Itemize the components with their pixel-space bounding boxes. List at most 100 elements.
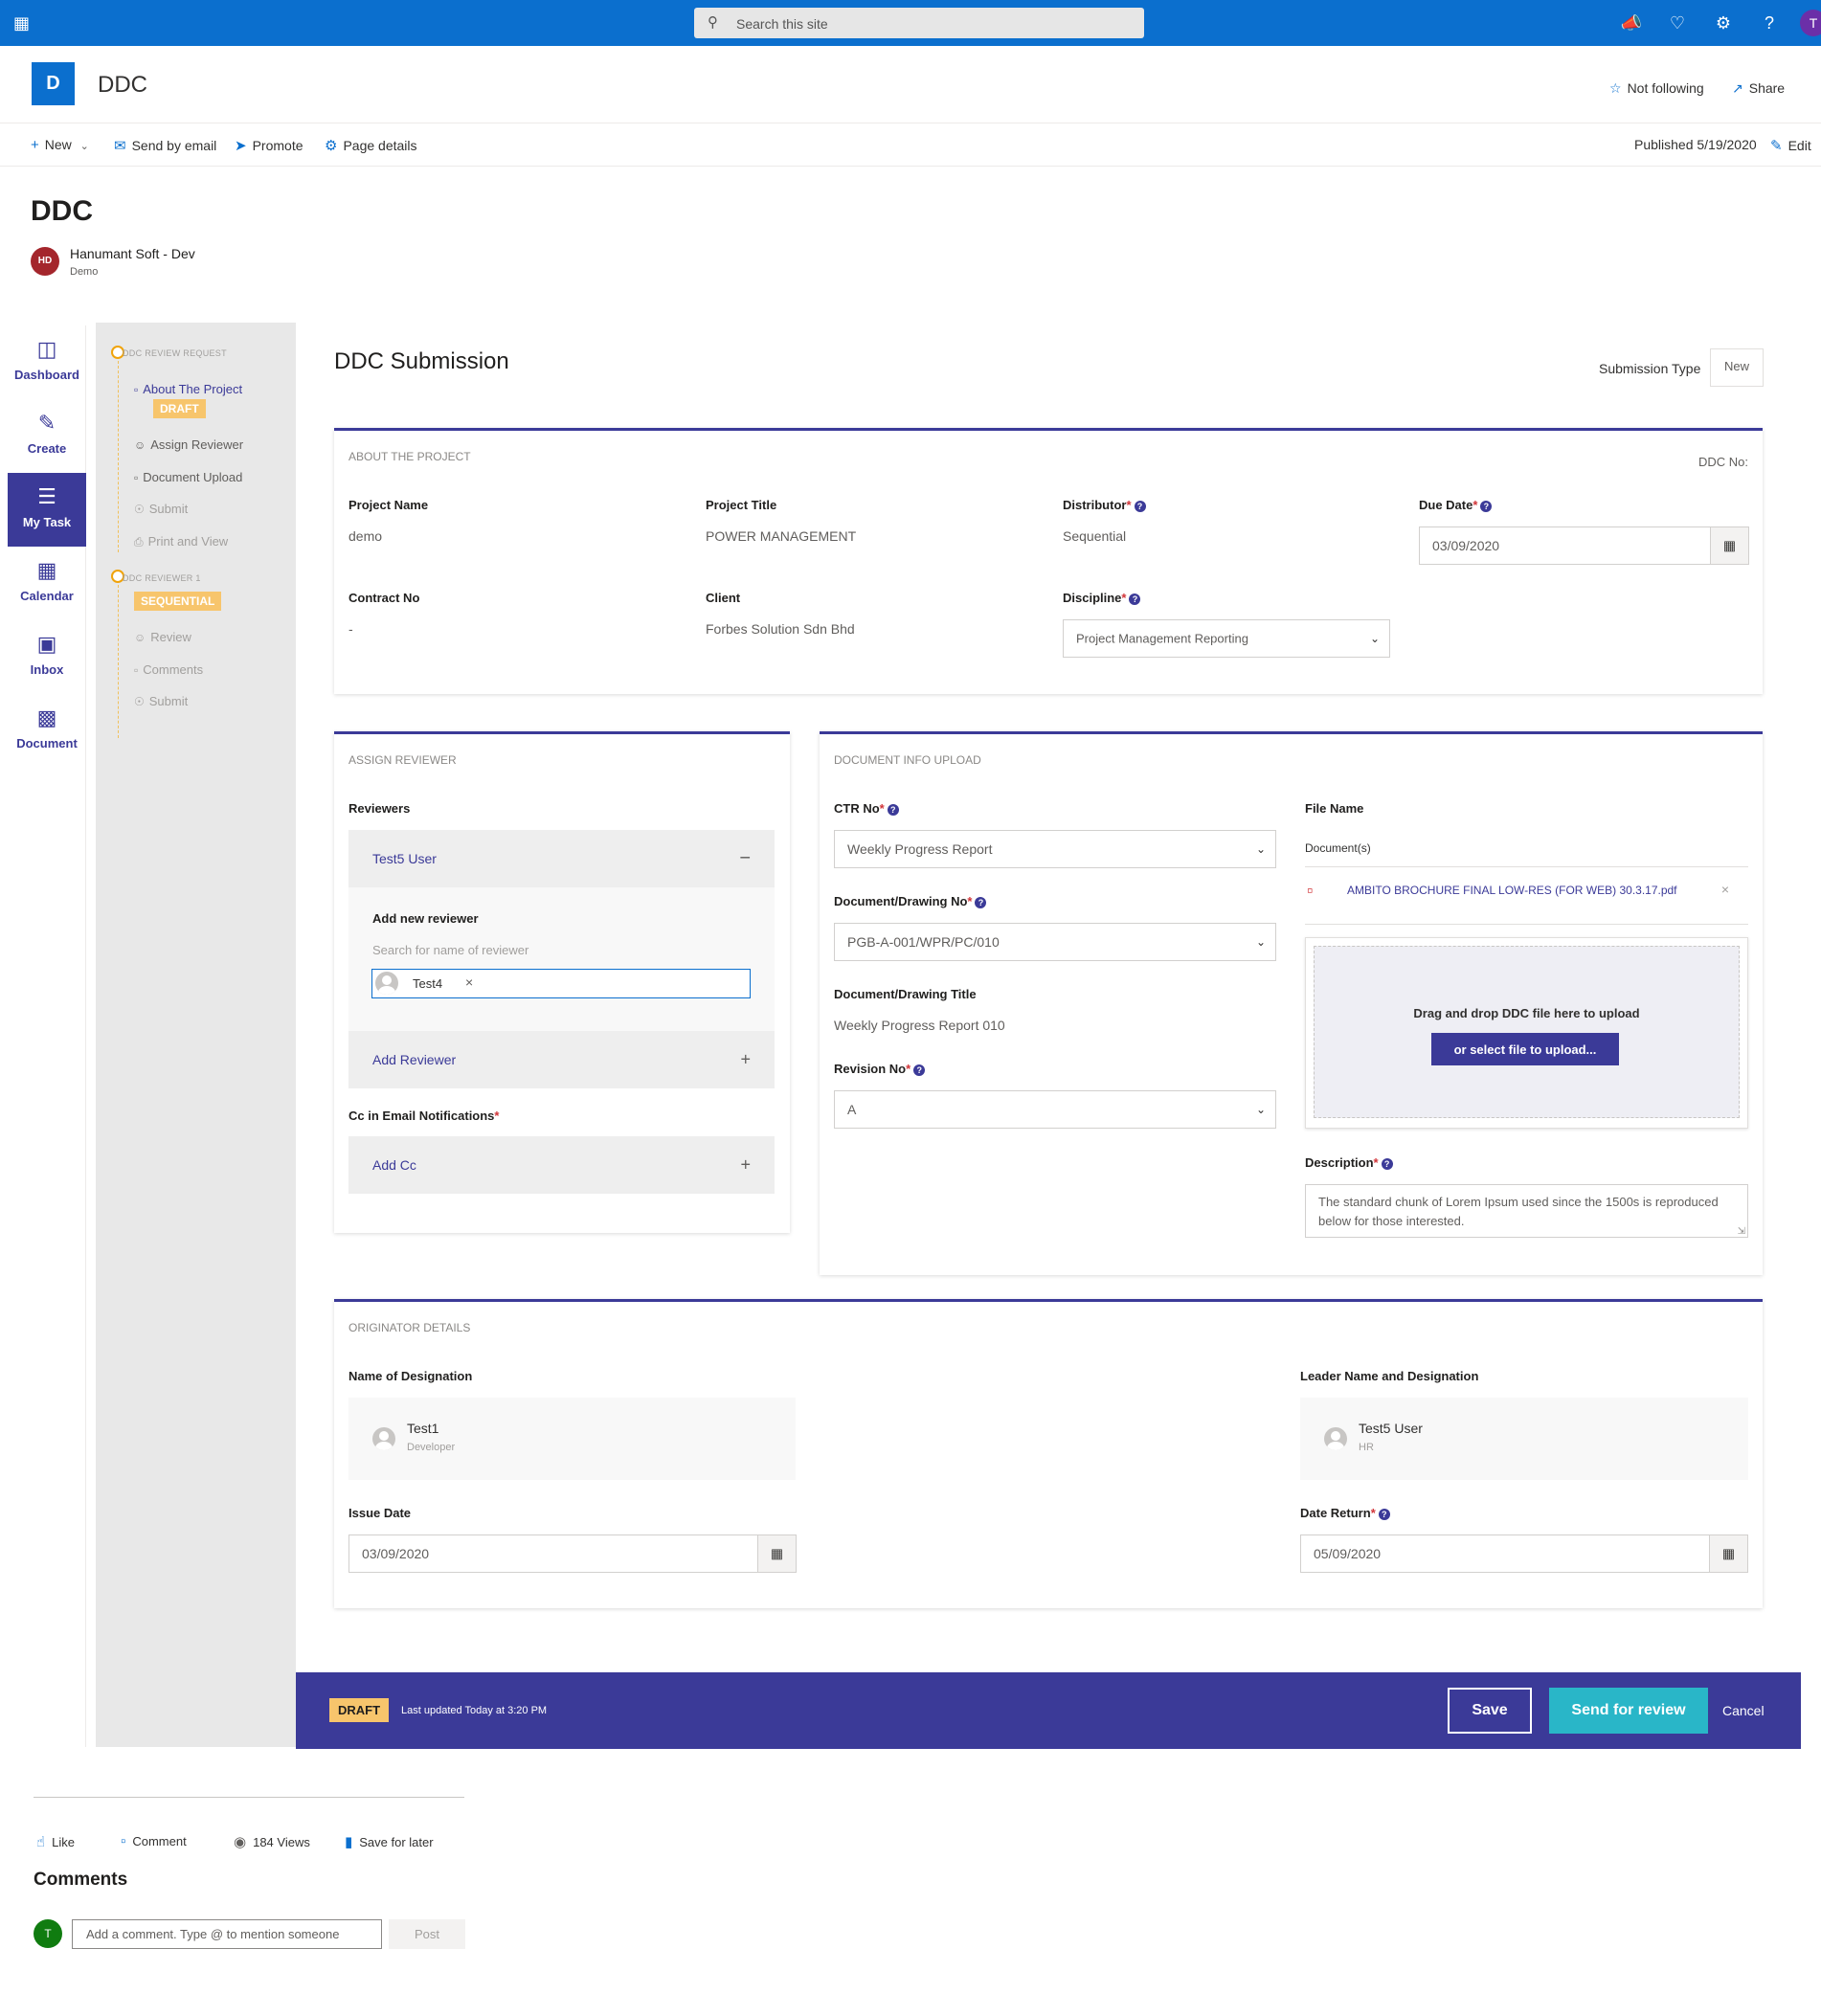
nav-item-inbox[interactable]: ▣ Inbox xyxy=(8,620,86,694)
plus-icon: + xyxy=(740,1154,751,1175)
drawing-title-value: Weekly Progress Report 010 xyxy=(834,1018,1005,1033)
leader-person-card: Test5 User HR xyxy=(1300,1398,1748,1480)
client-label: Client xyxy=(706,591,741,605)
date-return-field[interactable]: 05/09/2020 ▦ xyxy=(1300,1534,1748,1573)
client-value: Forbes Solution Sdn Bhd xyxy=(706,621,855,637)
issue-date-field[interactable]: 03/09/2020 ▦ xyxy=(348,1534,797,1573)
author-name[interactable]: Hanumant Soft - Dev xyxy=(70,246,195,261)
reviewer-item[interactable]: Test5 User − xyxy=(348,830,775,887)
person-add-icon: ☺ xyxy=(134,438,146,452)
comment-button[interactable]: ▫ Comment xyxy=(121,1833,187,1849)
star-icon: ☆ xyxy=(1609,80,1622,96)
save-button[interactable]: Save xyxy=(1448,1688,1532,1734)
add-cc-row[interactable]: Add Cc + xyxy=(348,1136,775,1194)
comment-input[interactable]: Add a comment. Type @ to mention someone xyxy=(72,1919,382,1949)
ctr-select[interactable]: Weekly Progress Report ⌄ xyxy=(834,830,1276,868)
help-icon[interactable]: ? xyxy=(1129,593,1141,605)
step-submit-review[interactable]: ☉ Submit xyxy=(134,694,188,708)
card-title: ASSIGN REVIEWER xyxy=(348,753,457,767)
help-icon[interactable]: ? xyxy=(1134,500,1146,512)
cancel-button[interactable]: Cancel xyxy=(1722,1703,1765,1718)
due-date-field[interactable]: 03/09/2020 ▦ xyxy=(1419,526,1749,565)
step-print-view[interactable]: ⎙ Print and View xyxy=(134,534,228,549)
help-icon[interactable]: ? xyxy=(975,896,987,908)
promote-button[interactable]: ➤ Promote xyxy=(235,137,304,154)
site-search-box[interactable]: ⚲ Search this site xyxy=(694,8,1144,38)
remove-chip-icon[interactable]: × xyxy=(465,974,473,990)
select-file-button[interactable]: or select file to upload... xyxy=(1431,1033,1619,1065)
app-launcher-icon[interactable]: ▦ xyxy=(13,13,33,33)
step-comments[interactable]: ▫ Comments xyxy=(134,662,203,677)
views-count: ◉ 184 Views xyxy=(234,1834,310,1850)
like-button[interactable]: ☝ Like xyxy=(36,1833,75,1850)
step-group-header: DDC REVIEW REQUEST xyxy=(123,348,227,358)
calendar-picker-button[interactable]: ▦ xyxy=(757,1535,796,1572)
plus-icon: + xyxy=(31,137,39,153)
file-dropzone[interactable]: Drag and drop DDC file here to upload or… xyxy=(1314,946,1740,1118)
nav-item-document[interactable]: ▩ Document xyxy=(8,694,86,768)
send-for-review-button[interactable]: Send for review xyxy=(1549,1688,1708,1734)
calendar-icon: ▦ xyxy=(1721,1545,1736,1561)
post-button[interactable]: Post xyxy=(389,1919,465,1949)
document-info-card: DOCUMENT INFO UPLOAD CTR No*? Weekly Pro… xyxy=(820,731,1763,1275)
reviewer-picker-input[interactable]: Test4 × xyxy=(371,969,751,998)
commenter-avatar: T xyxy=(34,1919,62,1948)
help-icon[interactable]: ? xyxy=(1480,500,1493,512)
leader-name: Test5 User xyxy=(1359,1421,1423,1436)
discipline-select[interactable]: Project Management Reporting ⌄ xyxy=(1063,619,1390,658)
follow-button[interactable]: ☆ Not following xyxy=(1609,80,1704,97)
gear-icon: ⚙ xyxy=(325,138,338,154)
remove-file-icon[interactable]: × xyxy=(1721,882,1729,897)
workflow-steps-panel: DDC REVIEW REQUEST ▫ About The Project DR… xyxy=(96,323,296,1747)
step-review[interactable]: ☺ Review xyxy=(134,630,191,644)
bell-icon[interactable]: ♡ xyxy=(1666,11,1689,34)
help-icon[interactable]: ? xyxy=(1381,1157,1393,1170)
nav-item-dashboard[interactable]: ◫ Dashboard xyxy=(8,325,86,399)
drawing-no-select[interactable]: PGB-A-001/WPR/PC/010 ⌄ xyxy=(834,923,1276,961)
help-icon[interactable]: ? xyxy=(1378,1508,1390,1520)
pencil-icon: ✎ xyxy=(1770,138,1783,154)
nav-item-calendar[interactable]: ▦ Calendar xyxy=(8,547,86,620)
uploaded-file-link[interactable]: AMBITO BROCHURE FINAL LOW-RES (FOR WEB) … xyxy=(1347,884,1677,897)
chevron-down-icon: ⌄ xyxy=(1255,842,1266,856)
project-title-value: POWER MANAGEMENT xyxy=(706,528,857,544)
send-by-email-button[interactable]: ✉ Send by email xyxy=(114,137,216,154)
step-submit[interactable]: ☉ Submit xyxy=(134,502,188,516)
ddc-number: DDC No: xyxy=(1697,455,1748,469)
discipline-label: Discipline*? xyxy=(1063,591,1141,605)
site-logo[interactable]: D xyxy=(32,62,75,105)
resize-handle-icon[interactable]: ⇲ xyxy=(1738,1226,1745,1237)
save-for-later-button[interactable]: ▮ Save for later xyxy=(345,1833,434,1850)
step-document-upload[interactable]: ▫ Document Upload xyxy=(134,470,242,484)
description-label: Description*? xyxy=(1305,1155,1393,1170)
step-about-project[interactable]: ▫ About The Project xyxy=(134,382,242,396)
ctr-label: CTR No*? xyxy=(834,801,899,816)
help-icon[interactable]: ? xyxy=(887,803,899,816)
nav-item-create[interactable]: ✎ Create xyxy=(8,399,86,473)
site-title[interactable]: DDC xyxy=(98,72,147,99)
shield-check-icon: ☉ xyxy=(134,503,145,516)
collapse-icon[interactable]: − xyxy=(739,848,751,870)
share-button[interactable]: ↗ Share xyxy=(1732,80,1785,97)
help-icon[interactable]: ? xyxy=(913,1064,926,1076)
add-reviewer-row[interactable]: Add Reviewer + xyxy=(348,1031,775,1088)
thumbs-up-icon: ☝ xyxy=(36,1834,46,1850)
gear-icon[interactable]: ⚙ xyxy=(1712,11,1735,34)
description-textarea[interactable]: The standard chunk of Lorem Ipsum used s… xyxy=(1305,1184,1748,1238)
megaphone-icon[interactable]: 📣 xyxy=(1620,11,1643,34)
calendar-picker-button[interactable]: ▦ xyxy=(1710,527,1748,564)
new-button[interactable]: + New ⌄ xyxy=(31,137,89,153)
help-icon[interactable]: ? xyxy=(1758,11,1781,34)
nav-item-my-task[interactable]: ☰ My Task xyxy=(8,473,86,547)
calendar-picker-button[interactable]: ▦ xyxy=(1709,1535,1747,1572)
share-icon: ↗ xyxy=(1732,80,1743,96)
edit-button[interactable]: ✎ Edit xyxy=(1770,137,1811,154)
author-avatar[interactable]: HD xyxy=(31,247,59,276)
user-avatar[interactable]: T xyxy=(1800,10,1821,36)
date-return-label: Date Return*? xyxy=(1300,1506,1390,1520)
page-details-button[interactable]: ⚙ Page details xyxy=(325,137,417,154)
step-assign-reviewer[interactable]: ☺ Assign Reviewer xyxy=(134,437,243,452)
revision-select[interactable]: A ⌄ xyxy=(834,1090,1276,1129)
megaphone-icon: ➤ xyxy=(235,138,247,154)
originator-person-card: Test1 Developer xyxy=(348,1398,796,1480)
